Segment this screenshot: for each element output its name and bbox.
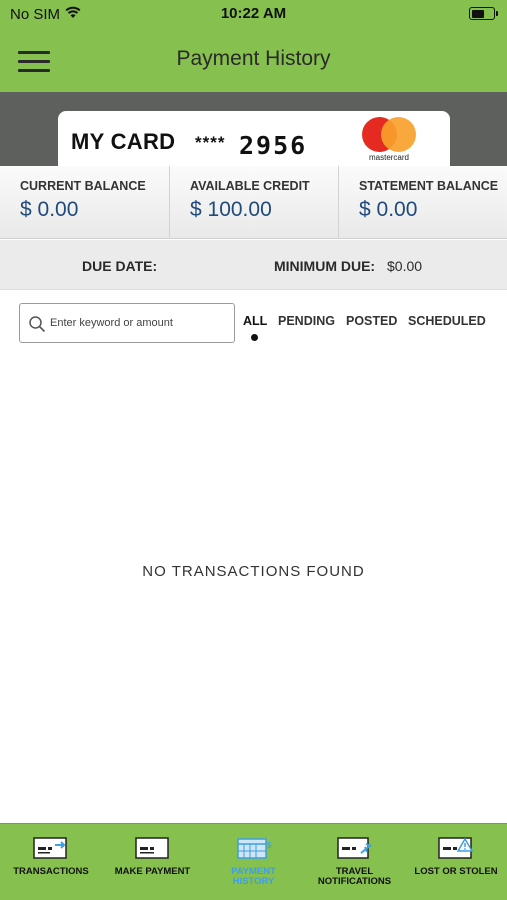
statement-balance-label: STATEMENT BALANCE: [359, 179, 499, 193]
mastercard-logo-icon: mastercard: [360, 117, 418, 163]
tab-lost-or-stolen[interactable]: LOST OR STOLEN: [405, 824, 507, 900]
due-info-row: DUE DATE: MINIMUM DUE: $0.00: [0, 240, 507, 290]
travel-card-icon: [336, 837, 372, 859]
statement-balance-value: $ 0.00: [359, 198, 418, 221]
tab-payment-history[interactable]: $ PAYMENT HISTORY: [203, 824, 304, 900]
minimum-due-label: MINIMUM DUE:: [274, 258, 376, 274]
search-input[interactable]: [50, 312, 230, 334]
battery-icon: [469, 7, 498, 20]
tab-transactions[interactable]: TRANSACTIONS: [0, 824, 102, 900]
credit-card[interactable]: MY CARD **** 2956 mastercard: [58, 111, 450, 166]
selected-filter-indicator: [251, 334, 258, 341]
search-icon: [29, 316, 46, 333]
card-alert-icon: [438, 837, 474, 859]
available-credit-value: $ 100.00: [190, 198, 272, 221]
app-header: No SIM 10:22 AM Payment History: [0, 0, 507, 92]
svg-text:$: $: [267, 841, 272, 850]
tab-label-transactions: TRANSACTIONS: [13, 866, 89, 877]
filter-all[interactable]: ALL: [243, 314, 267, 328]
filter-scheduled[interactable]: SCHEDULED: [408, 314, 486, 328]
filter-pending[interactable]: PENDING: [278, 314, 335, 328]
card-name: MY CARD: [71, 129, 176, 154]
tab-label-make-payment: MAKE PAYMENT: [114, 866, 191, 877]
available-credit: AVAILABLE CREDIT $ 100.00: [169, 166, 338, 239]
tab-label-payment-history: PAYMENT HISTORY: [231, 866, 276, 887]
search-box[interactable]: [19, 303, 235, 343]
clock: 10:22 AM: [220, 5, 287, 22]
status-bar: No SIM 10:22 AM: [0, 0, 507, 28]
empty-state-message: NO TRANSACTIONS FOUND: [142, 563, 365, 580]
card-payment-icon: [134, 837, 169, 859]
tab-make-payment[interactable]: MAKE PAYMENT: [102, 824, 203, 900]
card-transactions-icon: [33, 837, 67, 859]
card-brand: mastercard: [368, 153, 409, 162]
page-title: Payment History: [176, 47, 331, 70]
due-date-label: DUE DATE:: [82, 258, 158, 274]
tab-label-lost-or-stolen: LOST OR STOLEN: [414, 866, 498, 877]
statement-balance: STATEMENT BALANCE $ 0.00: [338, 166, 507, 239]
current-balance-value: $ 0.00: [20, 198, 79, 221]
tab-travel-notifications[interactable]: TRAVEL NOTIFICATIONS: [304, 824, 405, 900]
payment-history-icon: $: [236, 838, 272, 859]
bottom-tab-bar: TRANSACTIONS MAKE PAYMENT $ PAYMENT HISTO…: [0, 823, 507, 900]
filter-posted[interactable]: POSTED: [346, 314, 397, 328]
tab-label-travel-notifications: TRAVEL NOTIFICATIONS: [317, 866, 392, 887]
current-balance: CURRENT BALANCE $ 0.00: [0, 166, 169, 239]
balances-panel: CURRENT BALANCE $ 0.00 AVAILABLE CREDIT …: [0, 166, 507, 239]
card-mask: ****: [195, 133, 226, 152]
minimum-due-value: $0.00: [387, 258, 423, 274]
card-last4: 2956: [239, 131, 308, 160]
available-credit-label: AVAILABLE CREDIT: [190, 179, 310, 193]
current-balance-label: CURRENT BALANCE: [20, 179, 146, 193]
